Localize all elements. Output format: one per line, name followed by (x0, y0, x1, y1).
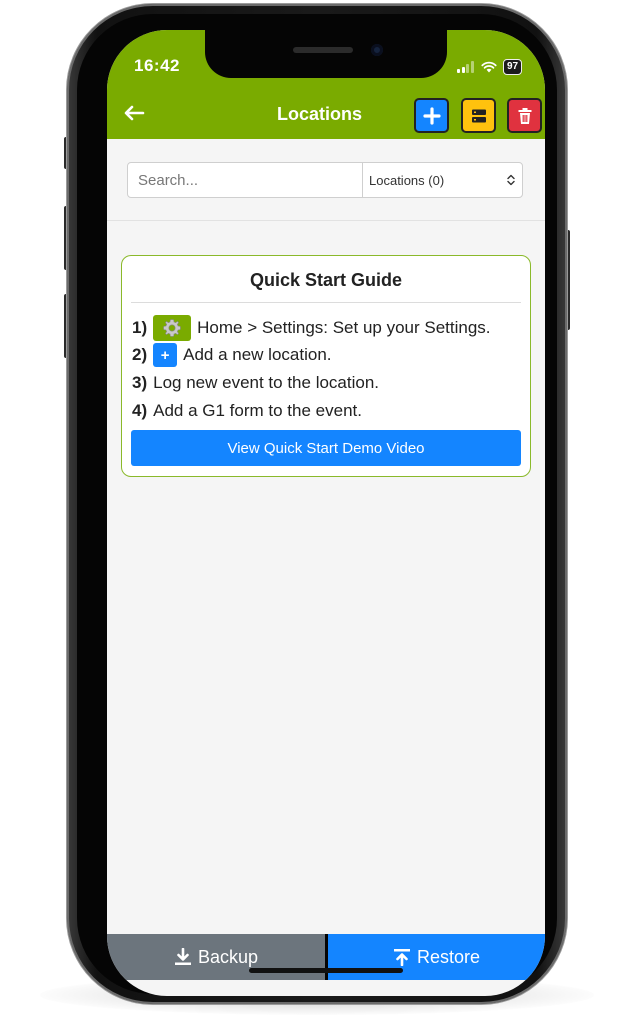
step-text: Add a G1 form to the event. (153, 401, 362, 420)
add-location-button[interactable] (414, 98, 449, 133)
step-number: 1) (132, 318, 148, 337)
guide-step-2: 2) + Add a new location. (132, 343, 332, 367)
step-number: 2) (132, 345, 148, 364)
step-text: Add a new location. (183, 345, 332, 364)
cellular-signal-icon (457, 61, 475, 73)
restore-label: Restore (416, 946, 481, 967)
phone-bezel: 16:42 97 Locations Search... Locations (… (77, 14, 557, 996)
battery-icon: 97 (503, 59, 523, 75)
server-icon (471, 109, 486, 122)
step-text: Home > Settings: Set up your Settings. (197, 318, 491, 337)
status-icons: 97 (457, 59, 523, 75)
search-input[interactable] (128, 163, 362, 197)
locations-select-value: Locations (0) (369, 172, 445, 188)
delete-button[interactable] (507, 98, 542, 133)
backup-button[interactable]: Backup (107, 934, 325, 980)
guide-divider (131, 302, 521, 303)
quick-start-guide: Quick Start Guide 1) Home > Settings: Se… (121, 255, 531, 477)
plus-icon: + (153, 343, 178, 367)
gear-icon (153, 315, 192, 341)
search-bar: Locations (0) (127, 162, 523, 198)
chevron-up-down-icon (507, 174, 515, 186)
app-screen: 16:42 97 Locations Search... Locations (… (107, 30, 545, 996)
guide-step-3: 3) Log new event to the location. (132, 373, 379, 393)
guide-step-1: 1) Home > Settings: Set up your Settings… (132, 315, 491, 341)
trash-icon (518, 107, 531, 124)
plus-icon (422, 106, 441, 125)
upload-icon (393, 949, 410, 966)
backup-label: Backup (197, 946, 259, 967)
notch (205, 30, 447, 78)
view-demo-video-button[interactable]: View Quick Start Demo Video (131, 430, 521, 466)
phone-frame: 16:42 97 Locations Search... Locations (… (67, 4, 567, 1004)
home-indicator[interactable] (249, 968, 403, 973)
locations-select[interactable]: Locations (0) (362, 163, 522, 197)
bottom-action-bar: Backup Restore (107, 934, 545, 980)
front-camera (371, 44, 383, 56)
speaker-grille (293, 47, 353, 53)
storage-button[interactable] (461, 98, 496, 133)
step-number: 3) (132, 373, 148, 392)
divider (107, 220, 545, 221)
guide-title: Quick Start Guide (249, 270, 403, 290)
step-number: 4) (132, 401, 148, 420)
download-icon (174, 948, 191, 965)
app-header: 16:42 97 Locations (107, 30, 545, 139)
page-title: Locations (277, 104, 363, 124)
restore-button[interactable]: Restore (325, 934, 545, 980)
status-time: 16:42 (134, 56, 180, 75)
step-text: Log new event to the location. (153, 373, 380, 392)
back-arrow-icon[interactable] (123, 104, 145, 122)
guide-step-4: 4) Add a G1 form to the event. (132, 401, 362, 421)
wifi-icon (481, 61, 497, 73)
